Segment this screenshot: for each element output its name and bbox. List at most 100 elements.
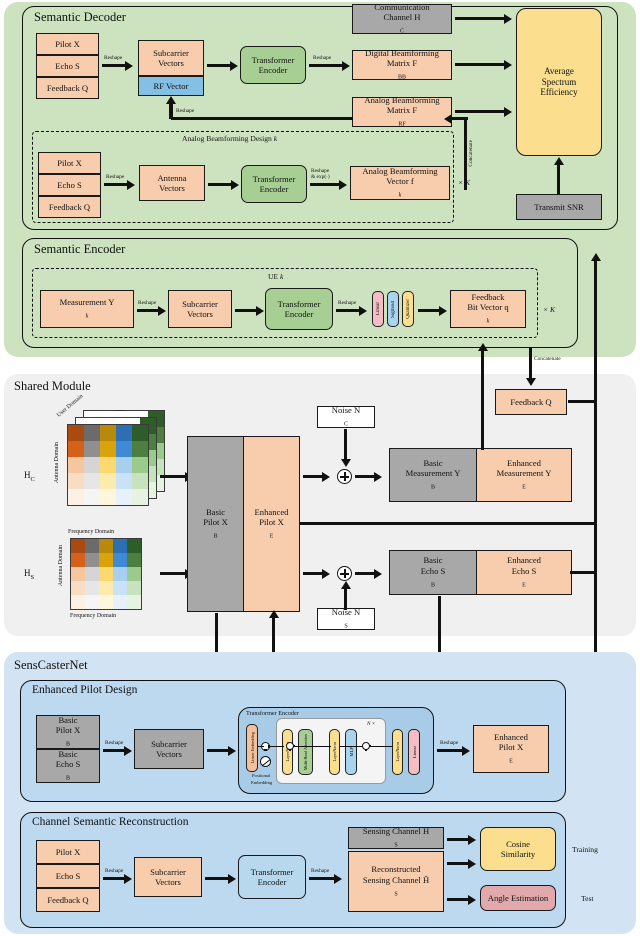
epd-layernorm-3: LayerNorm — [392, 729, 403, 775]
arrowhead-recon-angle — [468, 894, 476, 905]
adder-ns — [337, 566, 352, 581]
arrowhead-csr-inputs-subcarrier — [124, 873, 132, 884]
arrow-csr-transformer-to-recon — [309, 877, 335, 881]
label-reshape-decoder: Reshape — [104, 55, 123, 61]
arrow-enctransformer-to-pills — [336, 309, 360, 313]
arrow-noisens-up — [344, 588, 348, 610]
label-frequency-domain-hs: Frequency Domain — [70, 613, 117, 619]
arrow-concatenate-horizontal — [452, 117, 468, 121]
encoder-pill-quantizer: Quantizer — [402, 291, 414, 327]
epd-layernorm-2: LayerNorm — [329, 729, 340, 775]
arrowhead-csr-subcarrier-transformer — [228, 873, 236, 884]
label-hs: HS — [24, 568, 35, 581]
epd-basic-echo-line2: Echo SB — [55, 759, 81, 782]
epd-subcarrier-line1: Subcarrier — [151, 738, 187, 749]
arrowhead-abdtransformer-vector — [339, 179, 347, 190]
decoder-subcarrier-line2: Vectors — [158, 58, 184, 68]
enhanced-measurement-line1: Enhanced — [507, 457, 541, 468]
decoder-input-echo: Echo S — [36, 55, 99, 77]
basic-echo-box: Basic Echo SB — [389, 550, 477, 595]
abd-input-pilot-label: Pilot X — [57, 157, 82, 168]
arrowhead-epd-transformer-output — [462, 745, 470, 756]
arrowhead-csr-transformer-recon — [334, 873, 342, 884]
arrowhead-enctransformer-pills — [359, 305, 367, 316]
abd-antenna-line2: Vectors — [159, 183, 185, 193]
enhanced-pilot-line2: Pilot XE — [259, 517, 284, 540]
arrow-abd-inputs-to-antenna — [104, 183, 128, 187]
label-concatenate-decoder: Concatenate — [468, 140, 474, 167]
epd-output-enhanced-pilot: Enhanced Pilot XE — [473, 725, 549, 773]
encoder-subcarrier-vectors: Subcarrier Vectors — [168, 290, 232, 328]
arrowhead-encsubcarrier-transformer — [256, 305, 264, 316]
csr-input-pilot: Pilot X — [36, 840, 100, 864]
arrow-sensing-to-cosine — [447, 838, 469, 842]
digital-beamforming-box: Digital Beamforming Matrix F BB — [352, 47, 452, 81]
arrow-concatenate-to-feedbackq — [529, 348, 533, 380]
epd-input-basic-pilot: Basic Pilot XB — [36, 715, 100, 749]
abd-title: Analog Beamforming Design k — [182, 134, 278, 143]
cosine-line2: Similarity — [500, 849, 536, 859]
label-reshape-epd-2: Reshape — [440, 740, 459, 746]
arrow-transformer-to-digitalbf — [309, 64, 343, 68]
arrow-hc-to-pilot — [160, 475, 186, 479]
arrow-pills-to-feedbackbit — [418, 309, 440, 313]
arrow-recon-to-angle — [447, 898, 469, 902]
epd-basic-echo-line1: Basic — [58, 748, 78, 759]
decoder-transformer-line2: Encoder — [258, 65, 288, 75]
abd-analog-bf-vector: Analog Beamforming Vector fk — [350, 166, 450, 200]
hc-heatmap-stack — [55, 410, 165, 520]
label-ellipsis-hc: ... — [116, 404, 125, 413]
epd-subcarrier-vectors: Subcarrier Vectors — [134, 729, 204, 769]
decoder-input-feedback-label: Feedback Q — [46, 82, 89, 93]
basic-echo-line2: Echo SB — [420, 565, 446, 589]
basic-pilot-line1: Basic — [205, 506, 226, 517]
label-antenna-domain-hs: Antenna Domain — [58, 545, 64, 587]
label-reshape-csr-1: Reshape — [105, 868, 124, 874]
decoder-subcarrier-vectors: Subcarrier Vectors — [138, 40, 204, 76]
senscasternet-title: SensCasterNet — [14, 658, 88, 672]
abd-input-echo: Echo S — [38, 174, 101, 196]
label-reshape-outputs: Reshape — [313, 55, 332, 61]
arrow-pilot-to-oplus-bottom — [303, 572, 323, 576]
ase-line3: Efficiency — [540, 87, 578, 98]
epd-transformer-title: Transformer Encoder — [246, 710, 299, 717]
label-reshape-abd: Reshape — [106, 174, 125, 180]
epd-linear-label: Linear — [411, 746, 417, 758]
encoder-pill-linear: Linear — [372, 291, 384, 327]
arrowhead-antenna-transformer — [231, 179, 239, 190]
label-concatenate-encoder: Concatenate — [534, 356, 561, 362]
communication-channel-line2: Channel HC — [383, 12, 421, 35]
csr-subcarrier-line1: Subcarrier — [150, 866, 186, 877]
feedback-bit-line2: Bit Vector qk — [467, 302, 509, 325]
arrow-epd-inputs-to-subcarrier — [103, 749, 125, 753]
label-hc: HC — [24, 470, 35, 483]
adder-nc — [337, 469, 352, 484]
angle-estimation-label: Angle Estimation — [487, 892, 549, 903]
label-reshape-encoder-2: Reshape — [338, 300, 357, 306]
encoder-pill-quantizer-label: Quantizer — [405, 299, 411, 319]
encoder-measurement-box: Measurement Yk — [40, 290, 134, 328]
encoder-pill-sigmoid: Sigmoid — [387, 291, 399, 327]
basic-measurement-line1: Basic — [423, 457, 443, 468]
label-reshape-feedback: Reshape — [176, 108, 195, 114]
noise-nc-label: Noise NC — [331, 405, 361, 428]
enhanced-pilot-design-title: Enhanced Pilot Design — [32, 684, 138, 696]
csr-transformer-line1: Transformer — [250, 866, 294, 877]
epd-output-line1: Enhanced — [494, 731, 528, 742]
enhanced-echo-line2: Echo SE — [511, 565, 537, 589]
arrowhead-abd-inputs — [127, 179, 135, 190]
noise-nc-box: Noise NC — [317, 405, 375, 428]
arrowhead-decoder-inputs — [125, 60, 133, 71]
epd-pos-embed-label-2: Embedding — [251, 780, 273, 785]
digital-bf-line1: Digital Beamforming — [365, 47, 439, 58]
semantic-decoder-title: Semantic Decoder — [34, 10, 126, 24]
decoder-rf-vector-label: RF Vector — [153, 80, 189, 91]
label-test: Test — [581, 894, 594, 903]
encoder-feedback-bit-vector: Feedback Bit Vector qk — [450, 290, 526, 328]
encoder-subcarrier-line2: Vectors — [187, 309, 213, 319]
analog-beamforming-matrix-box: Analog Beamforming Matrix F RF — [352, 95, 452, 128]
shared-feedback-q-label: Feedback Q — [510, 396, 552, 407]
epd-layernorm-2-label: LayerNorm — [332, 742, 337, 762]
arrowhead-transformer-digitalbf — [342, 60, 350, 71]
enhanced-pilot-block: Enhanced Pilot XE — [243, 436, 300, 612]
